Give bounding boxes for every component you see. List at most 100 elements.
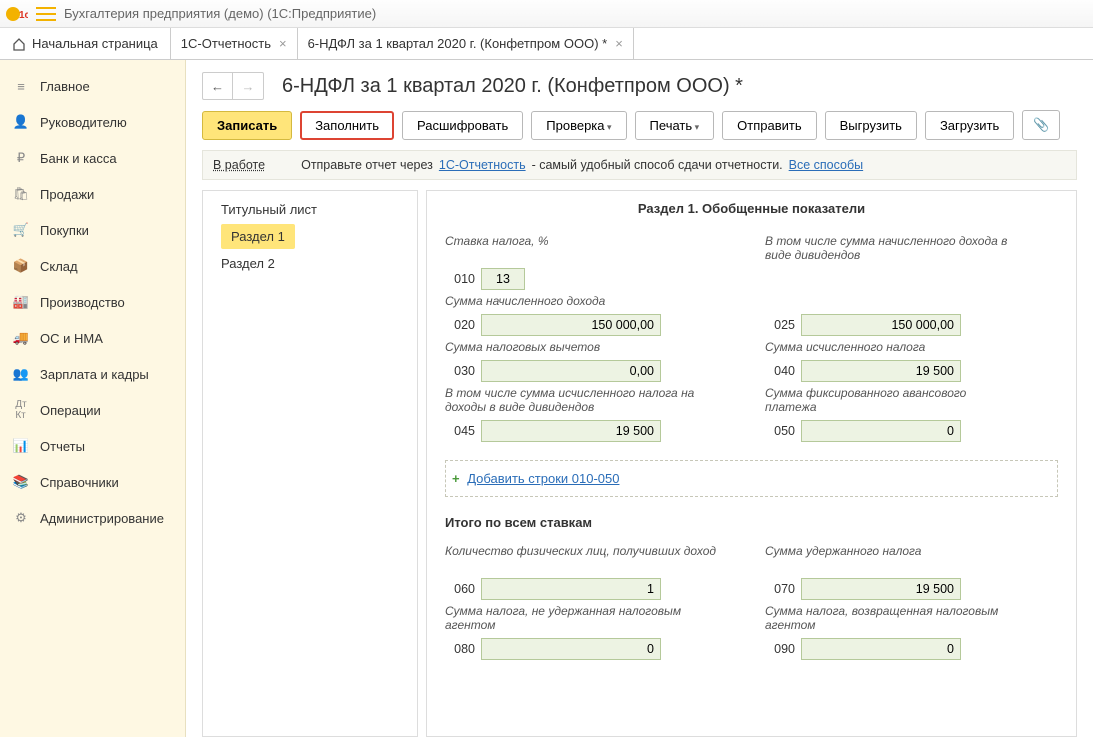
sidebar-item-operations[interactable]: ДтКт Операции [0,392,185,428]
field-090[interactable] [801,638,961,660]
attach-button[interactable]: 📎 [1022,110,1060,140]
title-bar: 1c Бухгалтерия предприятия (демо) (1С:Пр… [0,0,1093,28]
bag-icon: 🛍 [12,185,30,203]
sidebar-item-label: Зарплата и кадры [40,367,149,382]
label-070: Сумма удержанного налога [765,544,1015,574]
box-icon: 📦 [12,257,30,275]
check-button[interactable]: Проверка [531,111,626,140]
sidebar-item-catalogs[interactable]: 📚 Справочники [0,464,185,500]
sidebar-item-reports[interactable]: 📊 Отчеты [0,428,185,464]
code-045: 045 [445,424,475,438]
info-text-mid: - самый удобный способ сдачи отчетности. [532,158,783,172]
add-rows-box: + Добавить строки 010-050 [445,460,1058,497]
sections-panel: Титульный лист Раздел 1 Раздел 2 [202,190,418,737]
chart-icon: 📊 [12,437,30,455]
field-020[interactable] [481,314,661,336]
svg-text:1c: 1c [19,10,28,21]
code-025: 025 [765,318,795,332]
truck-icon: 🚚 [12,329,30,347]
import-button[interactable]: Загрузить [925,111,1014,140]
home-icon [12,37,26,51]
doc-title: 6-НДФЛ за 1 квартал 2020 г. (Конфетпром … [282,75,743,98]
book-icon: 📚 [12,473,30,491]
sidebar-item-bank[interactable]: ₽Банк и касса [0,140,185,176]
code-070: 070 [765,582,795,596]
label-010: Ставка налога, % [445,234,725,264]
section-1[interactable]: Раздел 1 [221,224,295,249]
person-icon: 👥 [12,365,30,383]
sidebar-item-assets[interactable]: 🚚 ОС и НМА [0,320,185,356]
gear-icon: ⚙ [12,509,30,527]
close-icon[interactable]: × [279,36,287,51]
label-050: Сумма фиксированного авансового платежа [765,386,1015,416]
field-070[interactable] [801,578,961,600]
export-button[interactable]: Выгрузить [825,111,917,140]
send-button[interactable]: Отправить [722,111,816,140]
code-020: 020 [445,318,475,332]
fill-button[interactable]: Заполнить [300,111,394,140]
toolbar: Записать Заполнить Расшифровать Проверка… [186,110,1093,150]
field-080[interactable] [481,638,661,660]
link-all-methods[interactable]: Все способы [789,158,863,172]
field-045[interactable] [481,420,661,442]
sidebar-item-production[interactable]: 🏭Производство [0,284,185,320]
field-050[interactable] [801,420,961,442]
sidebar-item-purchases[interactable]: 🛒Покупки [0,212,185,248]
section-2[interactable]: Раздел 2 [203,249,417,278]
doc-header: ← → 6-НДФЛ за 1 квартал 2020 г. (Конфетп… [186,60,1093,110]
sidebar-item-sales[interactable]: 🛍 Продажи [0,176,185,212]
app-title: Бухгалтерия предприятия (демо) (1С:Предп… [64,6,376,21]
field-010[interactable] [481,268,525,290]
close-icon[interactable]: × [615,36,623,51]
sidebar-item-main[interactable]: ≡ Главное [0,68,185,104]
nav-back-button[interactable]: ← [203,73,233,99]
tabs-bar: Начальная страница 1С-Отчетность × 6-НДФ… [0,28,1093,60]
write-button[interactable]: Записать [202,111,292,140]
sidebar-item-label: Продажи [40,187,94,202]
nav-buttons: ← → [202,72,264,100]
field-040[interactable] [801,360,961,382]
user-icon: 👤 [12,113,30,131]
sidebar-item-label: Склад [40,259,78,274]
sidebar-item-manager[interactable]: 👤 Руководителю [0,104,185,140]
sidebar-item-payroll[interactable]: 👥 Зарплата и кадры [0,356,185,392]
section-title-page[interactable]: Титульный лист [203,195,417,224]
sidebar-item-warehouse[interactable]: 📦 Склад [0,248,185,284]
tab-reporting[interactable]: 1С-Отчетность × [171,28,298,59]
link-1c-reporting[interactable]: 1С-Отчетность [439,158,526,172]
label-080: Сумма налога, не удержанная налоговым аг… [445,604,725,634]
label-060: Количество физических лиц, получивших до… [445,544,725,574]
sidebar-item-label: ОС и НМА [40,331,103,346]
field-025[interactable] [801,314,961,336]
home-tab[interactable]: Начальная страница [0,28,171,59]
menu-icon: ≡ [12,77,30,95]
paperclip-icon: 📎 [1033,117,1049,132]
status-label[interactable]: В работе [213,158,265,172]
decode-button[interactable]: Расшифровать [402,111,523,140]
sidebar-item-label: Отчеты [40,439,85,454]
tab-6ndfl[interactable]: 6-НДФЛ за 1 квартал 2020 г. (Конфетпром … [298,28,634,59]
label-090: Сумма налога, возвращенная налоговым аге… [765,604,1015,634]
field-060[interactable] [481,578,661,600]
field-030[interactable] [481,360,661,382]
burger-icon[interactable] [36,7,56,21]
sidebar-item-label: Операции [40,403,101,418]
home-tab-label: Начальная страница [32,36,158,51]
label-045: В том числе сумма исчисленного налога на… [445,386,725,416]
content-area: ← → 6-НДФЛ за 1 квартал 2020 г. (Конфетп… [186,60,1093,737]
sidebar-item-admin[interactable]: ⚙Администрирование [0,500,185,536]
sidebar-item-label: Главное [40,79,90,94]
code-010: 010 [445,272,475,286]
code-030: 030 [445,364,475,378]
print-button[interactable]: Печать [635,111,715,140]
sidebar: ≡ Главное 👤 Руководителю ₽Банк и касса 🛍 Пр… [0,60,186,737]
label-020: Сумма начисленного дохода [445,294,725,310]
sidebar-item-label: Руководителю [40,115,127,130]
ops-icon: ДтКт [12,401,30,419]
sidebar-item-label: Справочники [40,475,119,490]
subheading: Итого по всем ставкам [445,515,1058,530]
plus-icon: + [452,471,460,486]
add-rows-link[interactable]: Добавить строки 010-050 [467,471,619,486]
sidebar-item-label: Банк и касса [40,151,117,166]
code-050: 050 [765,424,795,438]
